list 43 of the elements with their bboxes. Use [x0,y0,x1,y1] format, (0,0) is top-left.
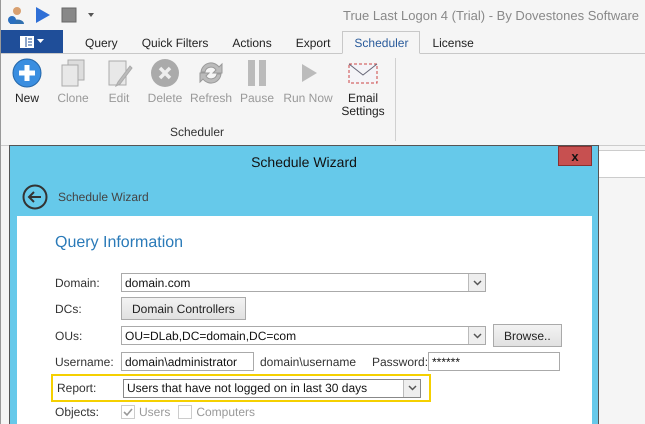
panel-icon [20,36,34,48]
stop-icon[interactable] [61,7,77,23]
app-menu-button[interactable] [1,30,63,53]
ribbon-tab[interactable]: License [420,31,486,54]
ribbon-tab[interactable]: Query [73,31,130,54]
ribbon-tab[interactable]: Export [284,31,342,54]
user-info-icon[interactable] [7,5,25,25]
window-title: True Last Logon 4 (Trial) - By Dovestones Software [343,8,639,22]
username-hint: domain\username [260,354,358,368]
dropdown-caret-icon[interactable] [87,12,95,18]
dialog-title: Schedule Wizard [251,154,357,170]
ribbon-tab[interactable]: Scheduler [342,31,420,54]
close-button[interactable]: x [558,146,592,166]
browse-button[interactable]: Browse.. [493,324,562,347]
dropdown-caret-icon [472,332,482,338]
field-label: OUs: [55,328,84,342]
domain-combo[interactable]: domain.com [121,273,486,292]
play-icon[interactable] [35,6,51,24]
plus-icon [12,58,42,88]
ribbon-tab[interactable]: Quick Filters [130,31,220,54]
field-label: DCs: [55,302,83,316]
field-label: Username: [55,354,115,368]
username-field[interactable]: domain\administrator [121,352,254,371]
group-label: Scheduler [168,125,226,141]
domain-controllers-button[interactable]: Domain Controllers [121,297,246,320]
back-icon[interactable] [22,184,48,210]
field-label: Objects: [55,405,100,419]
field-label: Domain: [55,276,101,290]
field-label: Report: [57,381,98,395]
password-field[interactable]: ****** [428,352,560,371]
wizard-header: Schedule Wizard [58,190,149,204]
dropdown-caret-icon [408,385,416,391]
ribbon-button[interactable]: New [7,58,47,125]
report-combo[interactable]: Users that have not logged on in last 30 days [123,378,421,398]
delete-icon [150,58,180,88]
ribbon-tab[interactable]: Actions [220,31,284,54]
dropdown-caret-icon [472,280,482,286]
ous-combo[interactable]: OU=DLab,DC=domain,DC=com [121,326,486,345]
section-title: Query Information [55,234,184,252]
checkmark-icon [123,408,133,416]
dropdown-caret-icon [37,39,44,44]
field-label: Password: [372,354,428,368]
ribbon-button[interactable]: Email Settings [339,58,387,125]
